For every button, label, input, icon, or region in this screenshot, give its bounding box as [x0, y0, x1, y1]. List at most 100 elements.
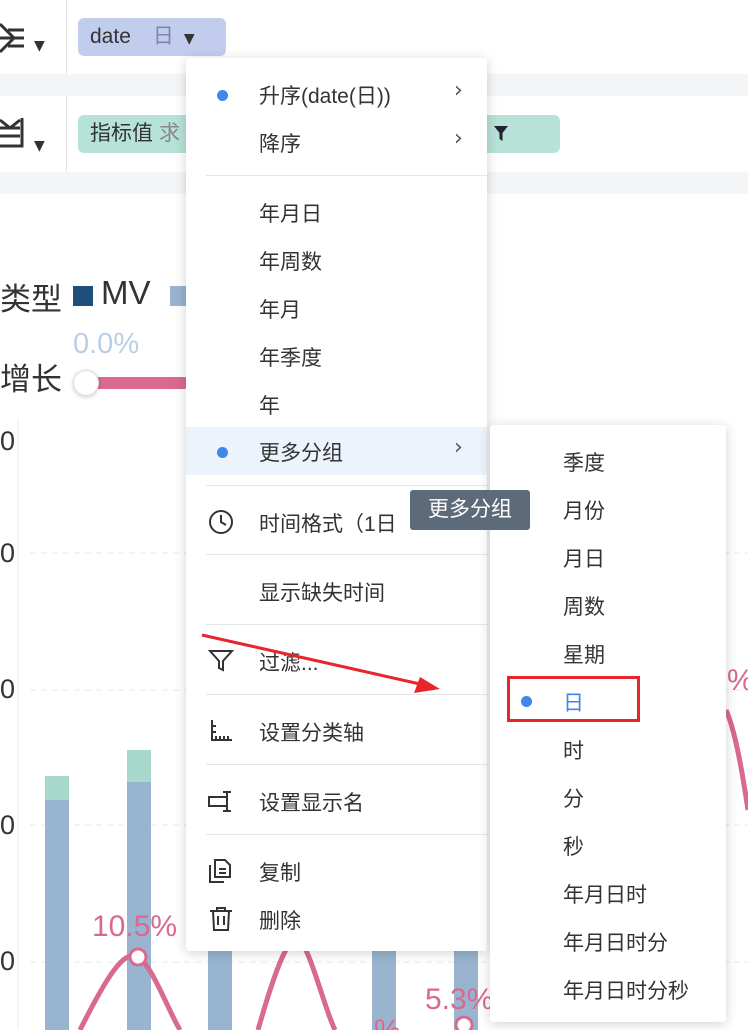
slider-value: 0.0%: [73, 328, 140, 360]
filter-icon[interactable]: [494, 115, 508, 156]
menu-item-delete[interactable]: 删除: [186, 895, 487, 943]
bar: [208, 950, 232, 1030]
submenu-item-quarter[interactable]: 季度: [490, 437, 726, 483]
filter-icon: [207, 648, 235, 674]
bar: [45, 776, 69, 800]
legend-swatch-mv: [73, 286, 93, 306]
menu-divider: [206, 834, 487, 835]
submenu-item-ymdhm[interactable]: 年月日时分: [490, 917, 726, 963]
copy-icon: [208, 858, 234, 884]
menu-item-label: 升序(date(日)): [259, 85, 391, 108]
menu-item-label: 更多分组: [259, 442, 343, 465]
submenu-item-weekday[interactable]: 星期: [490, 629, 726, 675]
rows-shelf-icon[interactable]: [0, 112, 30, 160]
growth-slider-thumb[interactable]: [73, 370, 99, 396]
y-tick-label: 0: [0, 674, 16, 704]
rename-icon-graphic: [208, 791, 231, 812]
selection-highlight-box: [507, 676, 640, 722]
menu-item-label: 年: [259, 395, 280, 418]
y-tick-label: 0: [0, 946, 16, 976]
date-field-pill[interactable]: date 日 ▼: [78, 18, 226, 56]
selected-dot-icon: [217, 447, 228, 458]
legend-item-mv[interactable]: MV: [101, 274, 151, 312]
date-field-name: date: [90, 25, 131, 48]
menu-item-label: 年季度: [259, 347, 322, 370]
menu-item-sort-asc[interactable]: 升序(date(日)) ›: [186, 70, 487, 118]
line-point: [128, 947, 148, 967]
y-tick-label: 0: [0, 810, 16, 840]
chevron-right-icon: ›: [454, 435, 463, 460]
bar: [127, 750, 151, 782]
menu-item-label: 年月: [259, 299, 301, 322]
submenu-item-label: 分: [563, 788, 584, 811]
menu-item-sort-desc[interactable]: 降序 ›: [186, 118, 487, 166]
legend-growth-label: 增长: [0, 362, 62, 397]
data-label: %: [727, 664, 748, 698]
data-label: 5.3%: [425, 983, 494, 1016]
menu-item-group-yw[interactable]: 年周数: [186, 236, 487, 284]
menu-divider: [206, 624, 487, 625]
chevron-right-icon: ›: [454, 126, 463, 151]
submenu-item-minute[interactable]: 分: [490, 773, 726, 819]
submenu-item-label: 月日: [563, 548, 605, 571]
filter-icon-graphic: [494, 126, 508, 141]
menu-item-label: 显示缺失时间: [259, 582, 385, 605]
submenu-item-label: 周数: [563, 596, 605, 619]
submenu-item-ymdh[interactable]: 年月日时: [490, 869, 726, 915]
columns-shelf-icon-graphic: [0, 22, 24, 54]
shelf-separator: [66, 0, 67, 74]
chevron-down-icon[interactable]: ▼: [184, 31, 195, 47]
copy-icon-graphic: [209, 859, 231, 883]
submenu-item-hour[interactable]: 时: [490, 725, 726, 771]
rename-icon: [208, 788, 234, 814]
trash-icon: [208, 906, 234, 932]
clock-icon: [208, 509, 234, 535]
menu-item-group-y[interactable]: 年: [186, 380, 487, 428]
menu-item-label: 时间格式（1日: [259, 513, 397, 536]
data-label: %: [374, 1014, 401, 1030]
submenu-item-second[interactable]: 秒: [490, 821, 726, 867]
menu-item-label: 设置分类轴: [259, 722, 364, 745]
menu-item-label: 删除: [259, 910, 301, 933]
menu-item-filter[interactable]: 过滤...: [186, 637, 487, 685]
bar: [45, 800, 69, 1030]
menu-item-group-ymd[interactable]: 年月日: [186, 188, 487, 236]
selected-dot-icon: [217, 90, 228, 101]
line-point: [454, 1015, 474, 1030]
submenu-item-label: 星期: [563, 644, 605, 667]
menu-divider: [206, 554, 487, 555]
metric-field-name: 指标值: [90, 122, 153, 145]
menu-item-set-display-name[interactable]: 设置显示名: [186, 777, 487, 825]
growth-line: [255, 935, 338, 1030]
data-label: 10.5%: [92, 910, 178, 943]
growth-slider-track[interactable]: [86, 377, 190, 389]
menu-item-more-groups[interactable]: 更多分组 ›: [186, 427, 487, 475]
menu-item-show-missing[interactable]: 显示缺失时间: [186, 567, 487, 615]
chevron-down-icon[interactable]: ▼: [34, 138, 45, 154]
submenu-item-label: 时: [563, 740, 584, 763]
menu-divider: [206, 485, 487, 486]
submenu-item-week-number[interactable]: 周数: [490, 581, 726, 627]
legend-type-label: 类型: [0, 282, 62, 317]
date-granularity: 日: [152, 25, 174, 48]
columns-shelf-icon[interactable]: [0, 14, 30, 62]
menu-item-label: 年月日: [259, 203, 322, 226]
menu-item-label: 设置显示名: [259, 792, 364, 815]
menu-item-set-axis[interactable]: 设置分类轴: [186, 707, 487, 755]
menu-divider: [206, 694, 487, 695]
submenu-item-label: 年月日时分秒: [563, 980, 689, 1003]
submenu-item-ymdhms[interactable]: 年月日时分秒: [490, 965, 726, 1011]
metric-aggregation: 求: [159, 122, 180, 145]
chevron-down-icon[interactable]: ▼: [34, 38, 45, 54]
submenu-item-month-day[interactable]: 月日: [490, 533, 726, 579]
menu-item-label: 过滤...: [259, 652, 319, 675]
menu-divider: [206, 764, 487, 765]
y-tick-label: 0: [0, 426, 16, 456]
menu-item-label: 降序: [259, 133, 301, 156]
growth-line: [723, 708, 748, 811]
menu-item-label: 复制: [259, 862, 301, 885]
menu-item-group-yq[interactable]: 年季度: [186, 332, 487, 380]
menu-item-copy[interactable]: 复制: [186, 847, 487, 895]
menu-item-group-ym[interactable]: 年月: [186, 284, 487, 332]
submenu-item-label: 秒: [563, 836, 584, 859]
